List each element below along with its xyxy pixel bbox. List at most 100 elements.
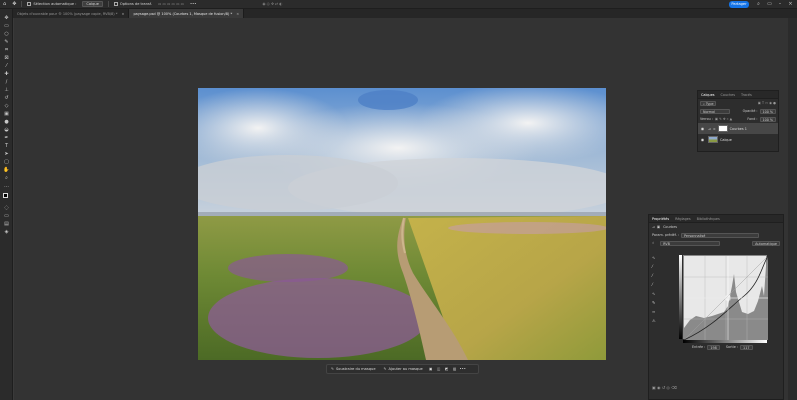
close-tab-icon[interactable]: × — [122, 12, 125, 16]
opacity-input[interactable]: 100 % — [759, 108, 776, 114]
gray-eyedropper-icon[interactable]: ⁄ — [652, 273, 660, 282]
more-options-button[interactable]: ••• — [459, 364, 467, 374]
input-value-field[interactable]: 198 — [707, 344, 720, 350]
tab-document-1[interactable]: Objets d'ouvrable pour ® 100% (paysage c… — [13, 9, 130, 18]
edit-points-icon[interactable]: ∿ — [652, 255, 660, 264]
brush-icon[interactable]: ∕ — [3, 79, 10, 85]
smooth-icon[interactable]: ≈ — [652, 309, 660, 318]
layer-row-curves[interactable]: ◉ ⊿ ∞ Courbes 1 — [698, 123, 778, 134]
subtract-from-mask-button[interactable]: ✎ Soustraire du masque — [327, 364, 380, 374]
move-icon[interactable]: ✥ — [3, 15, 10, 21]
document-image[interactable] — [198, 88, 606, 360]
filter-icons[interactable]: ▣ T ▭ ◉ ● — [758, 101, 776, 105]
white-eyedropper-icon[interactable]: ⁄ — [652, 282, 660, 291]
fill-mask-icon[interactable]: ◩ — [443, 364, 451, 374]
layer-row-image[interactable]: ◉ Calque — [698, 134, 778, 145]
warning-icon: ⚠ — [652, 318, 656, 323]
target-adjust-icon[interactable]: ☝ — [652, 241, 654, 245]
mask-icon[interactable]: ▣ — [657, 225, 660, 229]
input-output-row: Entrée : 198 Sortie : 117 — [689, 343, 756, 351]
screen-mode-icon[interactable]: ▭ — [3, 213, 10, 219]
tab-layers[interactable]: Calques — [698, 91, 718, 98]
visibility-eye-icon[interactable]: ◉ — [700, 137, 705, 142]
close-window-icon[interactable]: × — [787, 1, 794, 8]
auto-select-toggle[interactable]: Sélection automatique : — [24, 0, 79, 9]
curve-mode-icon[interactable]: ∿ — [652, 291, 660, 300]
lasso-icon[interactable]: ○ — [3, 31, 10, 37]
transform-checkbox[interactable] — [113, 2, 118, 6]
zoom-icon[interactable]: ⌕ — [3, 175, 10, 181]
auto-select-label: Sélection automatique : — [33, 2, 77, 6]
visibility-eye-icon[interactable]: ◉ — [700, 126, 705, 131]
auto-select-checkbox[interactable] — [27, 2, 32, 6]
quick-select-icon[interactable]: ✎ — [3, 39, 10, 45]
blend-mode-dropdown[interactable]: Normal — [700, 108, 730, 114]
lock-icons[interactable]: ▣ ✎ ✥ ⌗ ▲ — [715, 117, 732, 121]
eyedropper-icon[interactable]: ⁄ — [3, 63, 10, 69]
tab-document-2[interactable]: paysage.psd @ 100% (Courbes 1, Masque de… — [129, 9, 245, 18]
channel-dropdown[interactable]: RVB — [660, 240, 721, 246]
healing-icon[interactable]: ✚ — [3, 71, 10, 77]
panel-bottom-icons[interactable]: ▣ ◉ ↺ ◎ ⌫ — [652, 385, 677, 390]
home-icon[interactable]: ⌂ — [0, 0, 9, 9]
generative-icon[interactable]: ◈ — [3, 229, 10, 235]
auto-select-value[interactable]: Calque — [82, 1, 103, 7]
gradient-icon[interactable]: ▣ — [3, 111, 10, 117]
eraser-icon[interactable]: ◇ — [3, 103, 10, 109]
layers-panel: Calques Couches Tracés ⌕ Type ▣ T ▭ ◉ ● … — [697, 90, 779, 152]
auto-select-dropdown[interactable]: Calque — [79, 0, 105, 9]
hand-icon[interactable]: ✋ — [3, 167, 10, 173]
share-button[interactable]: Partager — [729, 1, 749, 8]
black-eyedropper-icon[interactable]: ⁄ — [652, 264, 660, 273]
more-tools-icon[interactable]: … — [3, 183, 10, 189]
type-icon[interactable]: T — [3, 143, 10, 149]
tab-label: Objets d'ouvrable pour ® 100% (paysage c… — [17, 11, 118, 16]
tab-libraries[interactable]: Bibliothèques — [694, 215, 723, 222]
3d-mode-icon[interactable]: ◉ ◎ ✥ ⇄ ◐ — [259, 0, 285, 9]
edit-toolbar-icon[interactable]: ▤ — [3, 221, 10, 227]
more-options-button[interactable]: ••• — [187, 0, 199, 9]
layer-mask-thumbnail[interactable] — [717, 125, 728, 132]
output-value-field[interactable]: 117 — [740, 344, 753, 350]
foreground-color-swatch[interactable] — [3, 193, 8, 198]
move-tool-icon[interactable]: ✥ — [9, 0, 19, 9]
shape-icon[interactable]: ▢ — [3, 159, 10, 165]
curves-graph[interactable] — [683, 255, 769, 341]
feather-icon[interactable]: ◫ — [435, 364, 443, 374]
delete-icon[interactable]: ▥ — [451, 364, 459, 374]
fill-input[interactable]: 100 % — [759, 116, 776, 122]
blur-icon[interactable]: ● — [3, 119, 10, 125]
artboard-icon[interactable]: ▭ — [3, 23, 10, 29]
tab-paths[interactable]: Tracés — [738, 91, 755, 98]
gradient-bar-vertical — [679, 255, 682, 339]
filter-dropdown[interactable]: ⌕ Type — [700, 100, 717, 106]
pen-icon[interactable]: ✒ — [3, 135, 10, 141]
pencil-icon[interactable]: ✎ — [652, 300, 660, 309]
add-to-mask-button[interactable]: ✎ Ajouter au masque — [380, 364, 427, 374]
align-icons[interactable]: ▭ ▭ ▭ ▭ ▭ ▭ — [155, 0, 187, 9]
transform-controls-toggle[interactable]: Options de transf. — [111, 0, 155, 9]
search-icon[interactable]: ⌕ — [755, 1, 762, 8]
chain-icon[interactable]: ∞ — [713, 127, 716, 131]
output-label: Sortie : — [725, 345, 739, 349]
options-bar: ⌂ ✥ Sélection automatique : Calque Optio… — [0, 0, 797, 9]
lock-label: Verrou : — [700, 117, 713, 121]
tab-properties[interactable]: Propriétés — [649, 215, 672, 222]
tools-panel: ✥ ▭ ○ ✎ ⌗ ⊠ ⁄ ✚ ∕ ⊥ ↺ ◇ ▣ ● ◒ ✒ T ➤ ▢ ✋ … — [0, 9, 13, 400]
minimize-icon[interactable]: – — [777, 1, 783, 8]
history-brush-icon[interactable]: ↺ — [3, 95, 10, 101]
auto-button[interactable]: Automatique — [752, 240, 780, 246]
tab-channels[interactable]: Couches — [718, 91, 738, 98]
vertical-scrollbar[interactable] — [788, 18, 797, 400]
dodge-icon[interactable]: ◒ — [3, 127, 10, 133]
tab-adjustments[interactable]: Réglages — [672, 215, 693, 222]
close-tab-icon[interactable]: × — [236, 12, 239, 16]
workspace-icon[interactable]: ▭ — [766, 1, 773, 8]
stamp-icon[interactable]: ⊥ — [3, 87, 10, 93]
frame-icon[interactable]: ⊠ — [3, 55, 10, 61]
path-select-icon[interactable]: ➤ — [3, 151, 10, 157]
crop-icon[interactable]: ⌗ — [3, 47, 10, 53]
preset-dropdown[interactable]: Personnalisé — [680, 232, 759, 238]
invert-mask-icon[interactable]: ▣ — [427, 364, 435, 374]
quick-mask-icon[interactable]: ◌ — [3, 205, 10, 211]
